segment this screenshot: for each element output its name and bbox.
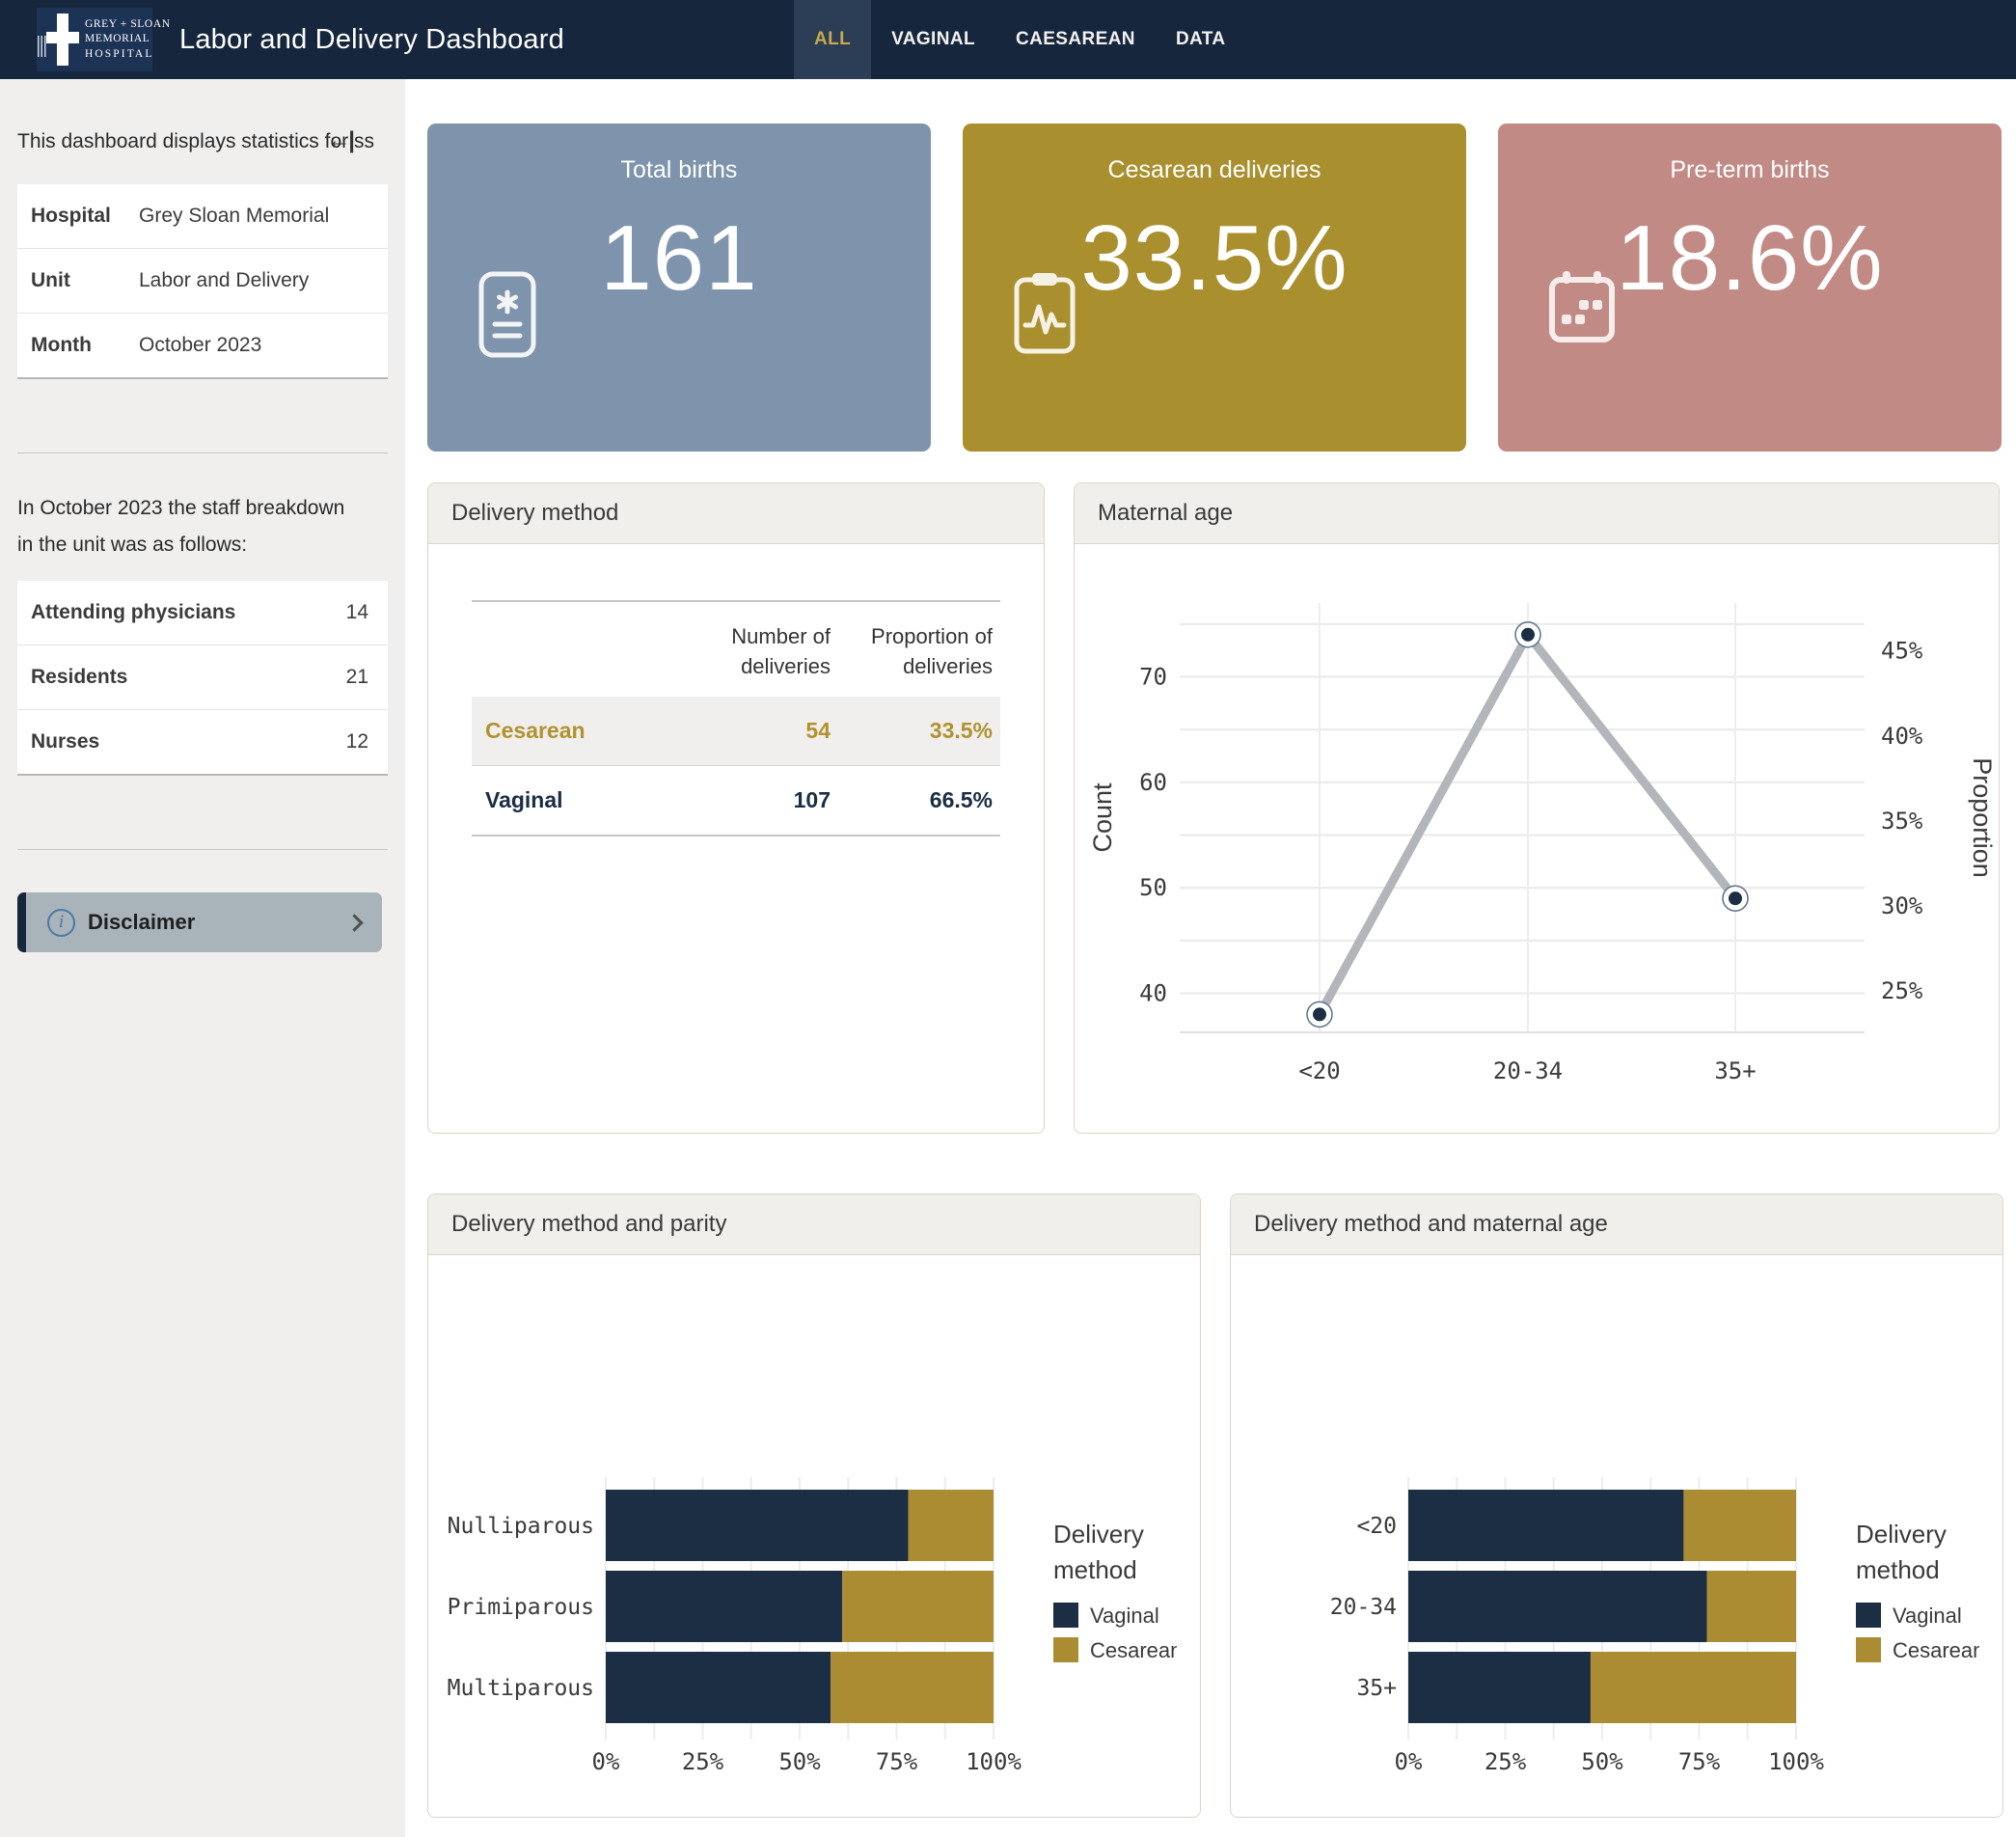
svg-text:25%: 25% (682, 1748, 724, 1775)
panel-title: Delivery method and maternal age (1231, 1194, 2002, 1255)
clipboard-pulse-icon (1013, 270, 1076, 355)
age-stacked-bar-chart: <20 20-34 35+ 0% 25% 50% 75% 100% Delivery method… (1237, 1458, 1979, 1776)
svg-text:25%: 25% (1485, 1748, 1527, 1775)
svg-text:Nulliparous: Nulliparous (448, 1514, 594, 1539)
table-row: Attending physicians 14 (17, 581, 388, 644)
svg-text:<20: <20 (1356, 1514, 1397, 1539)
kpi-row: Total births 161 Cesarean deliveries 33.… (427, 123, 2016, 452)
svg-text:0%: 0% (592, 1748, 620, 1775)
table-row: Unit Labor and Delivery (17, 248, 388, 313)
staff-intro-text: In October 2023 the staff breakdown in t… (17, 490, 345, 563)
delivery-method-panel: Delivery method Number of deliveries Pro… (427, 482, 1045, 1134)
svg-text:Primiparous: Primiparous (448, 1595, 594, 1620)
svg-text:50: 50 (1139, 874, 1167, 901)
table-row: Nurses 12 (17, 709, 388, 774)
sidebar-divider (17, 452, 388, 453)
svg-text:50%: 50% (1581, 1748, 1623, 1775)
svg-text:Cesarean: Cesarean (1090, 1638, 1177, 1662)
svg-text:100%: 100% (1768, 1748, 1824, 1775)
staff-table: Attending physicians 14 Residents 21 Nur… (17, 581, 388, 776)
sidebar-collapse-icon[interactable]: ←| (327, 129, 355, 152)
svg-text:20-34: 20-34 (1330, 1595, 1397, 1620)
table-row: Residents 21 (17, 644, 388, 709)
svg-text:<20: <20 (1298, 1057, 1340, 1084)
svg-text:0%: 0% (1395, 1748, 1423, 1775)
svg-text:40: 40 (1139, 980, 1167, 1007)
parity-stacked-bar-chart: Nulliparous Primiparous Multiparous 0% 25% 50… (434, 1458, 1177, 1776)
svg-text:method: method (1856, 1555, 1940, 1584)
tab-caesarean[interactable]: CAESAREAN (995, 0, 1156, 79)
svg-text:70: 70 (1139, 664, 1167, 691)
hospital-logo: GREY + SLOAN MEMORIAL HOSPITAL (37, 8, 152, 71)
hospital-cross-icon (46, 14, 79, 66)
svg-text:Vaginal: Vaginal (1893, 1604, 1962, 1628)
tab-vaginal[interactable]: VAGINAL (871, 0, 995, 79)
svg-text:75%: 75% (1678, 1748, 1721, 1775)
main-content: Total births 161 Cesarean deliveries 33.… (405, 79, 2016, 1837)
table-row: Vaginal 107 66.5% (472, 766, 1000, 836)
svg-text:35+: 35+ (1356, 1676, 1397, 1701)
kpi-preterm-births: Pre-term births 18.6% (1498, 123, 2002, 452)
sidebar: ←| This dashboard displays statistics fo… (0, 79, 405, 1837)
info-icon: i (47, 909, 75, 937)
svg-text:45%: 45% (1881, 638, 1923, 665)
table-row: Month October 2023 (17, 313, 388, 377)
svg-text:Vaginal: Vaginal (1090, 1604, 1159, 1628)
nav-tabs: ALL VAGINAL CAESAREAN DATA (794, 0, 1246, 79)
panel-title: Delivery method and parity (428, 1194, 1200, 1255)
svg-text:20-34: 20-34 (1493, 1057, 1563, 1084)
delivery-method-table: Number of deliveries Proportion of deliv… (472, 600, 1000, 836)
svg-text:35+: 35+ (1714, 1057, 1756, 1084)
svg-text:30%: 30% (1881, 892, 1923, 919)
info-table: Hospital Grey Sloan Memorial Unit Labor … (17, 184, 388, 379)
svg-text:25%: 25% (1881, 977, 1923, 1004)
hospital-logo-text: GREY + SLOAN MEMORIAL HOSPITAL (85, 17, 171, 63)
svg-text:60: 60 (1139, 769, 1167, 796)
table-row: Cesarean 54 33.5% (472, 697, 1000, 766)
maternal-age-panel: Maternal age 40 50 60 70 25% 30% 35% 40% 45% Coun… (1074, 482, 2000, 1134)
svg-text:Cesarean: Cesarean (1893, 1638, 1979, 1662)
svg-text:100%: 100% (966, 1748, 1022, 1775)
tab-all[interactable]: ALL (794, 0, 871, 79)
column-header: Proportion of deliveries (838, 601, 1000, 697)
top-navbar: GREY + SLOAN MEMORIAL HOSPITAL Labor and… (0, 0, 2016, 79)
svg-text:Multiparous: Multiparous (448, 1676, 594, 1701)
age-bars-panel: Delivery method and maternal age <20 20-3… (1230, 1193, 2003, 1818)
svg-text:75%: 75% (876, 1748, 918, 1775)
panel-title: Maternal age (1075, 483, 1999, 544)
tab-data[interactable]: DATA (1156, 0, 1246, 79)
kpi-cesarean-deliveries: Cesarean deliveries 33.5% (963, 123, 1466, 452)
parity-panel: Delivery method and parity Nulliparous Pr… (427, 1193, 1201, 1818)
svg-text:Count: Count (1088, 782, 1117, 853)
chevron-right-icon (345, 914, 363, 931)
table-row: Hospital Grey Sloan Memorial (17, 184, 388, 248)
svg-text:Delivery: Delivery (1856, 1520, 1947, 1549)
column-header: Number of deliveries (676, 601, 838, 697)
birth-certificate-icon (477, 270, 537, 359)
svg-text:Proportion: Proportion (1968, 757, 1995, 878)
disclaimer-button[interactable]: i Disclaimer (17, 892, 382, 952)
sidebar-divider (17, 849, 388, 850)
page-title: Labor and Delivery Dashboard (179, 24, 564, 56)
maternal-age-line-chart: 40 50 60 70 25% 30% 35% 40% 45% Count Proportion <2… (1078, 550, 1995, 1129)
svg-text:Delivery: Delivery (1053, 1520, 1144, 1549)
svg-text:method: method (1053, 1555, 1137, 1584)
svg-text:35%: 35% (1881, 808, 1923, 835)
panel-title: Delivery method (428, 483, 1044, 544)
svg-text:40%: 40% (1881, 723, 1923, 750)
svg-text:50%: 50% (778, 1748, 821, 1775)
calendar-icon (1548, 270, 1616, 345)
kpi-total-births: Total births 161 (427, 123, 931, 452)
